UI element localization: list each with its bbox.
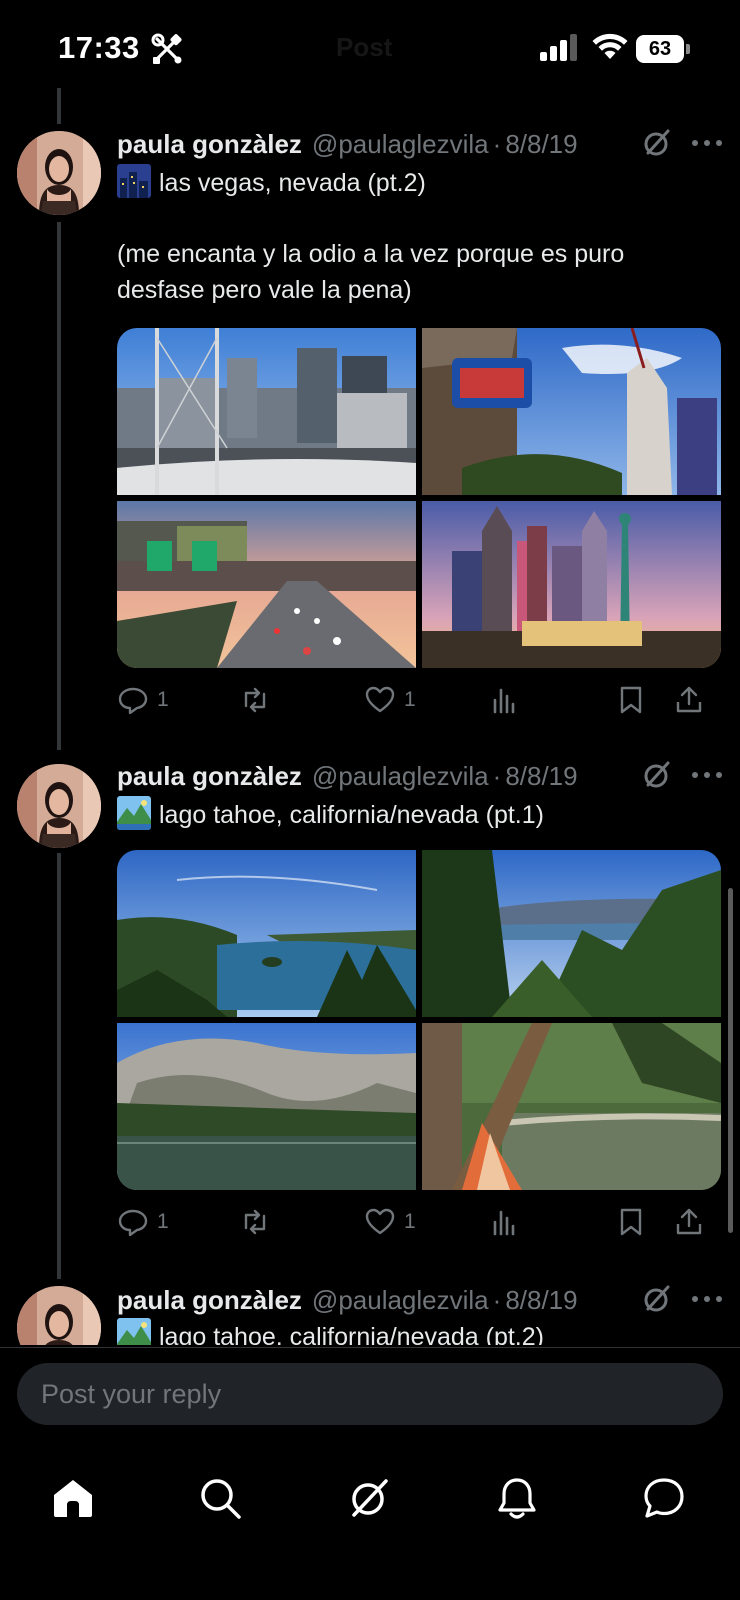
- heart-icon: [365, 1208, 395, 1235]
- post-date[interactable]: 8/8/19: [505, 1285, 577, 1316]
- share-icon: [676, 686, 702, 713]
- more-options-icon[interactable]: [690, 126, 724, 160]
- post-body: (me encanta y la odio a la vez porque es…: [117, 240, 632, 304]
- share-button[interactable]: [673, 680, 705, 720]
- reply-button[interactable]: 1: [117, 680, 169, 720]
- post-header: paula gonzàlez @paulaglezvila · 8/8/19: [117, 126, 578, 162]
- repost-icon: [244, 1209, 266, 1235]
- media-grid[interactable]: [117, 850, 721, 1190]
- like-count: 1: [404, 688, 416, 711]
- post-actions: 1 1: [117, 1202, 723, 1242]
- battery-level: 63: [648, 38, 672, 60]
- thread-line: [57, 853, 61, 1279]
- night-city-emoji: [117, 164, 151, 198]
- separator-dot: ·: [492, 1284, 502, 1315]
- new-york-new-york-sign-photo[interactable]: [422, 328, 721, 495]
- views-icon: [493, 688, 515, 714]
- post-date[interactable]: 8/8/19: [505, 761, 577, 792]
- nav-search[interactable]: [190, 1468, 250, 1528]
- reply-icon: [118, 1209, 148, 1237]
- thread-line: [57, 222, 61, 750]
- granite-mountain-lake-photo[interactable]: [117, 1023, 416, 1190]
- more-options-icon[interactable]: [690, 758, 724, 792]
- tools-icon: [150, 32, 184, 66]
- wifi-icon: [592, 32, 628, 62]
- heart-icon: [365, 686, 395, 713]
- separator-dot: ·: [492, 128, 502, 159]
- header-title-faded: Post: [336, 32, 393, 62]
- post-actions: 1 1: [117, 680, 723, 720]
- repost-icon: [244, 687, 266, 713]
- nav-home[interactable]: [43, 1468, 103, 1528]
- repost-button[interactable]: [239, 1202, 279, 1242]
- post-text: lago tahoe, california/nevada (pt.1): [117, 796, 717, 833]
- las-vegas-strip-sunset-photo[interactable]: [117, 501, 416, 668]
- post-date[interactable]: 8/8/19: [505, 129, 577, 160]
- search-icon: [201, 1479, 241, 1519]
- handle[interactable]: @paulaglezvila: [312, 1285, 489, 1316]
- grok-icon[interactable]: [640, 126, 674, 160]
- post-header: paula gonzàlez @paulaglezvila · 8/8/19: [117, 758, 578, 794]
- bookmark-icon: [620, 1208, 642, 1236]
- battery-icon: 63: [636, 35, 690, 63]
- media-grid[interactable]: [117, 328, 721, 668]
- new-york-new-york-hotel-photo[interactable]: [422, 501, 721, 668]
- display-name[interactable]: paula gonzàlez: [117, 1285, 302, 1316]
- nav-messages[interactable]: [634, 1468, 694, 1528]
- cellular-signal-icon: [540, 34, 580, 62]
- reply-bar: [0, 1348, 740, 1438]
- reply-count: 1: [157, 688, 169, 711]
- las-vegas-skyline-photo[interactable]: [117, 328, 416, 495]
- hammock-by-lake-photo[interactable]: [422, 1023, 721, 1190]
- post-text: las vegas, nevada (pt.2): [117, 164, 717, 201]
- bookmark-button[interactable]: [615, 680, 647, 720]
- share-icon: [676, 1208, 702, 1235]
- handle[interactable]: @paulaglezvila: [312, 129, 489, 160]
- bookmark-button[interactable]: [615, 1202, 647, 1242]
- thread-line: [57, 88, 61, 124]
- nav-grok[interactable]: [339, 1468, 399, 1528]
- bookmark-icon: [620, 686, 642, 714]
- display-name[interactable]: paula gonzàlez: [117, 761, 302, 792]
- avatar[interactable]: [17, 131, 101, 215]
- post-title: lago tahoe, california/nevada (pt.1): [159, 801, 544, 829]
- share-button[interactable]: [673, 1202, 705, 1242]
- bottom-nav: [0, 1438, 740, 1600]
- separator-dot: ·: [492, 760, 502, 791]
- reply-icon: [118, 687, 148, 715]
- grok-icon[interactable]: [640, 758, 674, 792]
- avatar[interactable]: [17, 764, 101, 848]
- reply-input[interactable]: [17, 1363, 723, 1425]
- like-count: 1: [404, 1210, 416, 1233]
- repost-button[interactable]: [239, 680, 279, 720]
- views-button[interactable]: [489, 1202, 521, 1242]
- like-button[interactable]: 1: [364, 680, 416, 720]
- more-options-icon[interactable]: [690, 1282, 724, 1316]
- reply-button[interactable]: 1: [117, 1202, 169, 1242]
- messages-icon: [644, 1478, 684, 1518]
- display-name[interactable]: paula gonzàlez: [117, 129, 302, 160]
- reply-count: 1: [157, 1210, 169, 1233]
- handle[interactable]: @paulaglezvila: [312, 761, 489, 792]
- grok-icon: [352, 1479, 388, 1517]
- views-icon: [493, 1210, 515, 1236]
- nav-notifications[interactable]: [487, 1468, 547, 1528]
- national-park-emoji: [117, 796, 151, 830]
- status-time: 17:33: [58, 30, 140, 65]
- status-bar: 17:33 Post 63: [0, 0, 740, 96]
- home-icon: [54, 1480, 92, 1517]
- home-indicator: [236, 1578, 504, 1586]
- like-button[interactable]: 1: [364, 1202, 416, 1242]
- bell-icon: [498, 1478, 536, 1519]
- emerald-bay-photo[interactable]: [117, 850, 416, 1017]
- scrollbar[interactable]: [728, 888, 733, 1233]
- pine-forest-lake-view-photo[interactable]: [422, 850, 721, 1017]
- post-title: las vegas, nevada (pt.2): [159, 169, 426, 197]
- post-header: paula gonzàlez @paulaglezvila · 8/8/19: [117, 1282, 578, 1318]
- grok-icon[interactable]: [640, 1282, 674, 1316]
- views-button[interactable]: [489, 680, 521, 720]
